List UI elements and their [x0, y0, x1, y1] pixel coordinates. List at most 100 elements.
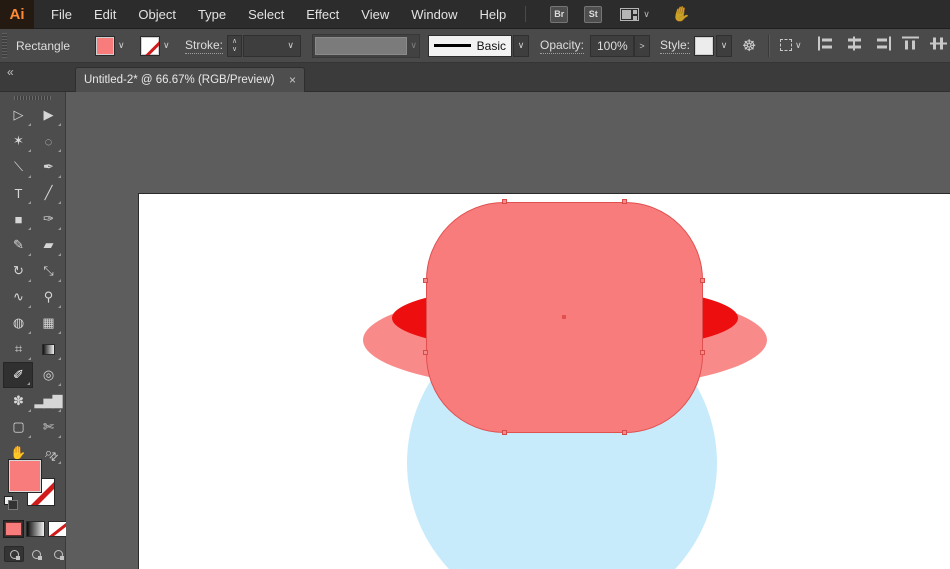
stroke-color-group[interactable]: ∨: [140, 35, 170, 56]
scale-tool[interactable]: ⤡: [33, 258, 63, 284]
anchor-point[interactable]: [700, 350, 705, 355]
draw-normal-button[interactable]: [4, 546, 24, 562]
recolor-artwork-icon[interactable]: ☸: [742, 36, 756, 56]
gradient-button[interactable]: [26, 521, 45, 537]
style-swatch-group[interactable]: [694, 35, 714, 56]
direct-selection-tool[interactable]: ▶: [33, 102, 63, 128]
anchor-point[interactable]: [502, 199, 507, 204]
pen-tool[interactable]: ✒: [33, 154, 63, 180]
magic-wand-tool[interactable]: ✶: [3, 128, 33, 154]
stepper-down-icon[interactable]: ∨: [232, 46, 237, 54]
document-tab[interactable]: Untitled-2* @ 66.67% (RGB/Preview) ×: [75, 67, 305, 92]
gradient-tool[interactable]: [33, 336, 63, 362]
stroke-weight-dropdown[interactable]: ∨: [243, 34, 301, 57]
width-tool[interactable]: ∿: [3, 284, 33, 310]
style-label[interactable]: Style:: [660, 38, 691, 54]
vertical-align-top-icon[interactable]: [902, 36, 919, 50]
menu-effect[interactable]: Effect: [295, 0, 350, 29]
draw-inside-button[interactable]: [48, 546, 68, 562]
graphic-style-swatch[interactable]: [694, 35, 714, 56]
menu-file[interactable]: File: [40, 0, 83, 29]
draw-behind-button[interactable]: [26, 546, 46, 562]
perspective-grid-tool[interactable]: ▦: [33, 310, 63, 336]
selection-tool[interactable]: ▷: [3, 102, 33, 128]
menu-type[interactable]: Type: [187, 0, 237, 29]
default-fill-stroke-icon[interactable]: [4, 496, 18, 510]
eyedropper-tool[interactable]: ✐: [3, 362, 33, 388]
blend-tool[interactable]: ◎: [33, 362, 63, 388]
rotate-tool[interactable]: ↻: [3, 258, 33, 284]
gradient-tool-icon: [41, 343, 55, 355]
chevron-down-icon[interactable]: ∨: [287, 40, 294, 51]
mesh-tool-icon: ⌗: [14, 341, 22, 356]
line-segment-tool-icon: ╱: [44, 185, 53, 200]
collapse-panel-icon[interactable]: «: [7, 65, 14, 79]
puppet-warp-tool[interactable]: ⚲: [33, 284, 63, 310]
menu-view[interactable]: View: [350, 0, 400, 29]
curvature-tool[interactable]: ⟍: [3, 154, 33, 180]
menu-object[interactable]: Object: [127, 0, 187, 29]
horizontal-align-right-icon[interactable]: [874, 36, 891, 50]
stroke-weight-label[interactable]: Stroke:: [185, 38, 224, 54]
none-button[interactable]: [48, 521, 67, 537]
opacity-label[interactable]: Opacity:: [540, 38, 585, 54]
opacity-field[interactable]: 100%: [590, 34, 634, 57]
anchor-point[interactable]: [700, 278, 705, 283]
horizontal-align-center-icon[interactable]: [846, 36, 863, 50]
bridge-button[interactable]: Br: [550, 5, 569, 23]
lasso-tool[interactable]: ◌: [33, 128, 63, 154]
workspace-switcher-icon[interactable]: [620, 7, 640, 21]
pencil-tool[interactable]: ✎: [3, 232, 33, 258]
stroke-weight-stepper[interactable]: ∧ ∨: [227, 34, 242, 57]
app-logo: Ai: [0, 0, 34, 29]
type-tool[interactable]: T: [3, 180, 33, 206]
touch-workspace-icon[interactable]: ✋: [670, 3, 692, 25]
puppet-warp-tool-icon: ⚲: [43, 289, 53, 304]
vertical-align-center-icon[interactable]: [930, 36, 947, 50]
rectangle-tool[interactable]: ■: [3, 206, 33, 232]
brush-preset-name: Basic: [476, 38, 506, 53]
fill-color-group[interactable]: ∨: [95, 35, 125, 56]
column-graph-tool[interactable]: ▂▅▇: [33, 388, 63, 414]
stock-button[interactable]: St: [584, 5, 603, 23]
close-icon[interactable]: ×: [289, 73, 296, 87]
horizontal-align-left-icon[interactable]: [818, 36, 835, 50]
menu-edit[interactable]: Edit: [83, 0, 127, 29]
shape-builder-tool[interactable]: ◍: [3, 310, 33, 336]
opacity-more-button[interactable]: >: [634, 34, 650, 57]
line-segment-tool[interactable]: ╱: [33, 180, 63, 206]
anchor-point[interactable]: [622, 199, 627, 204]
chevron-down-icon[interactable]: ∨: [643, 9, 650, 20]
menu-help[interactable]: Help: [468, 0, 517, 29]
swap-fill-stroke-icon[interactable]: ⇄: [46, 449, 61, 464]
anchor-point[interactable]: [423, 278, 428, 283]
slice-tool[interactable]: ✄: [33, 414, 63, 440]
chevron-down-icon[interactable]: ∨: [163, 40, 170, 50]
chevron-down-icon[interactable]: ∨: [118, 40, 125, 50]
mesh-tool[interactable]: ⌗: [3, 336, 33, 362]
anchor-point[interactable]: [622, 430, 627, 435]
color-button[interactable]: [3, 520, 24, 538]
fill-proxy-swatch[interactable]: [8, 459, 42, 493]
transform-shape-group[interactable]: ∨: [780, 37, 802, 55]
artboard-tool[interactable]: ▢: [3, 414, 33, 440]
menu-select[interactable]: Select: [237, 0, 295, 29]
center-point[interactable]: [562, 315, 566, 319]
panel-grip[interactable]: [14, 94, 51, 101]
chevron-down-icon[interactable]: ∨: [795, 40, 802, 50]
anchor-point[interactable]: [502, 430, 507, 435]
symbol-sprayer-tool[interactable]: ✽: [3, 388, 33, 414]
shape-options-icon[interactable]: [780, 39, 792, 52]
eraser-tool[interactable]: ▰: [33, 232, 63, 258]
stepper-up-icon[interactable]: ∧: [232, 38, 237, 46]
style-dropdown-button[interactable]: ∨: [716, 34, 732, 57]
brush-dropdown-button[interactable]: ∨: [513, 34, 529, 57]
stroke-color-swatch-none[interactable]: [140, 35, 160, 56]
menu-window[interactable]: Window: [400, 0, 468, 29]
selected-object-type-label: Rectangle: [16, 38, 71, 53]
anchor-point[interactable]: [423, 350, 428, 355]
paintbrush-tool[interactable]: ✑: [33, 206, 63, 232]
fill-color-swatch[interactable]: [95, 35, 115, 56]
brush-definition-field[interactable]: Basic: [428, 34, 512, 57]
canvas-area[interactable]: [66, 92, 950, 569]
